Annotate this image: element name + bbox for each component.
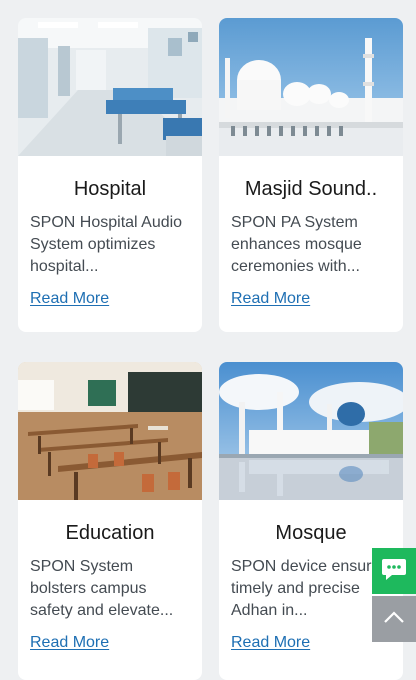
chat-icon xyxy=(381,557,407,586)
card-title: Education xyxy=(65,522,155,544)
mosque-lake-image[interactable] xyxy=(219,362,403,500)
read-more-link[interactable]: Read More xyxy=(30,290,109,308)
card-masjid-sound[interactable]: Masjid Sound.. SPON PA System enhances m… xyxy=(219,18,403,332)
back-to-top-button[interactable] xyxy=(372,596,416,642)
card-description: SPON PA System enhances mosque ceremonie… xyxy=(231,214,362,275)
read-more-link[interactable]: Read More xyxy=(231,634,310,652)
card-description: SPON Hospital Audio System optimizes hos… xyxy=(30,214,183,275)
card-description: SPON System bolsters campus safety and e… xyxy=(30,558,174,619)
read-more-link[interactable]: Read More xyxy=(231,290,310,308)
classroom-image[interactable] xyxy=(18,362,202,500)
card-title: Hospital xyxy=(73,178,147,200)
read-more-link[interactable]: Read More xyxy=(30,634,109,652)
masjid-image[interactable] xyxy=(219,18,403,156)
chat-button[interactable] xyxy=(372,548,416,594)
hospital-corridor-image[interactable] xyxy=(18,18,202,156)
solutions-grid: Hospital SPON Hospital Audio System opti… xyxy=(0,0,416,680)
chevron-up-icon xyxy=(383,610,405,629)
card-hospital[interactable]: Hospital SPON Hospital Audio System opti… xyxy=(18,18,202,332)
card-title: Masjid Sound.. xyxy=(244,178,378,200)
card-education[interactable]: Education SPON System bolsters campus sa… xyxy=(18,362,202,680)
card-title: Mosque xyxy=(275,522,347,544)
